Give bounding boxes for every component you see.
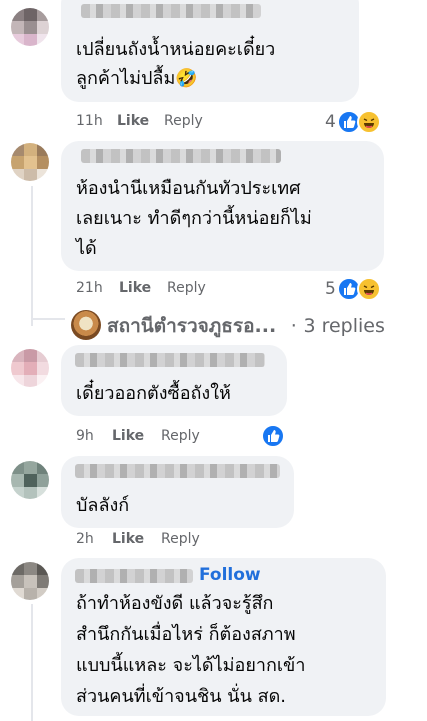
avatar[interactable] <box>11 349 49 387</box>
comment-bubble: Follow ถ้าทำห้องขังดี แล้วจะรู้สึก สำนึก… <box>61 558 386 716</box>
reply-button[interactable]: Reply <box>167 280 206 296</box>
comment-time[interactable]: 9h <box>76 428 94 444</box>
page-avatar-icon[interactable] <box>71 310 101 340</box>
comment-text-line: ลูกค้าไม่ปลื้ม🤣 <box>76 68 198 89</box>
comment-text-line: ได้ <box>76 238 97 259</box>
reply-page-name: สถานีตำรวจภูธรอ... <box>107 315 277 337</box>
follow-button[interactable]: Follow <box>199 565 261 585</box>
reaction-count[interactable]: 5 <box>325 279 336 299</box>
commenter-name[interactable] <box>81 4 261 18</box>
comment-text-line: สำนึกกันเมื่อไหร่ ก็ต้องสภาพ <box>76 624 296 645</box>
avatar[interactable] <box>11 8 49 46</box>
like-reaction-icon[interactable] <box>261 424 285 448</box>
reaction-count[interactable]: 4 <box>325 112 336 132</box>
comment-time[interactable]: 11h <box>76 113 103 129</box>
view-replies-link[interactable]: สถานีตำรวจภูธรอ... · 3 replies <box>107 311 385 341</box>
commenter-name[interactable] <box>75 569 193 583</box>
thread-line <box>31 186 33 326</box>
like-button[interactable]: Like <box>112 531 144 547</box>
comment-text-line: ห้องนำนีเหมือนกันทัวประเทศ <box>76 178 301 199</box>
reply-button[interactable]: Reply <box>161 428 200 444</box>
reply-button[interactable]: Reply <box>161 531 200 547</box>
comment-text-line: ส่วนคนที่เข้าจนชิน นั่น สด. <box>76 686 286 707</box>
reply-separator: · <box>290 315 297 337</box>
comment-time[interactable]: 2h <box>76 531 94 547</box>
commenter-name[interactable] <box>75 464 280 478</box>
comment-text-line: แบบนี้แหละ จะได้ไม่อยากเข้า <box>76 655 306 676</box>
like-button[interactable]: Like <box>112 428 144 444</box>
avatar[interactable] <box>11 461 49 499</box>
comment-bubble: ห้องนำนีเหมือนกันทัวประเทศ เลยเนาะ ทำดีๆ… <box>61 141 384 271</box>
haha-reaction-icon <box>357 277 381 301</box>
replies-count: 3 replies <box>303 315 385 337</box>
comment-text-line: ถ้าทำห้องขังดี แล้วจะรู้สึก <box>76 593 274 614</box>
comment-time[interactable]: 21h <box>76 280 103 296</box>
comment-text-line: เลยเนาะ ทำดีๆกว่านี้หน่อยก็ไม่ <box>76 208 312 229</box>
avatar[interactable] <box>11 143 49 181</box>
commenter-name[interactable] <box>81 149 281 163</box>
like-button[interactable]: Like <box>119 280 151 296</box>
comment-text-line: เปลี่ยนถังน้ำหน่อยคะเดี๋ยว <box>76 39 276 60</box>
comment-text-line: เดี๋ยวออกตังซื้อถังให้ <box>76 383 231 404</box>
haha-reaction-icon <box>357 110 381 134</box>
reply-button[interactable]: Reply <box>164 113 203 129</box>
thread-connector <box>31 318 65 320</box>
comment-bubble: บัลลังก์ <box>61 456 294 528</box>
thread-line <box>31 604 33 721</box>
comment-text-line: บัลลังก์ <box>76 495 130 516</box>
like-button[interactable]: Like <box>117 113 149 129</box>
commenter-name[interactable] <box>75 353 265 367</box>
comment-bubble: เปลี่ยนถังน้ำหน่อยคะเดี๋ยว ลูกค้าไม่ปลื้… <box>61 0 359 102</box>
avatar[interactable] <box>11 562 49 600</box>
comment-bubble: เดี๋ยวออกตังซื้อถังให้ <box>61 345 287 416</box>
